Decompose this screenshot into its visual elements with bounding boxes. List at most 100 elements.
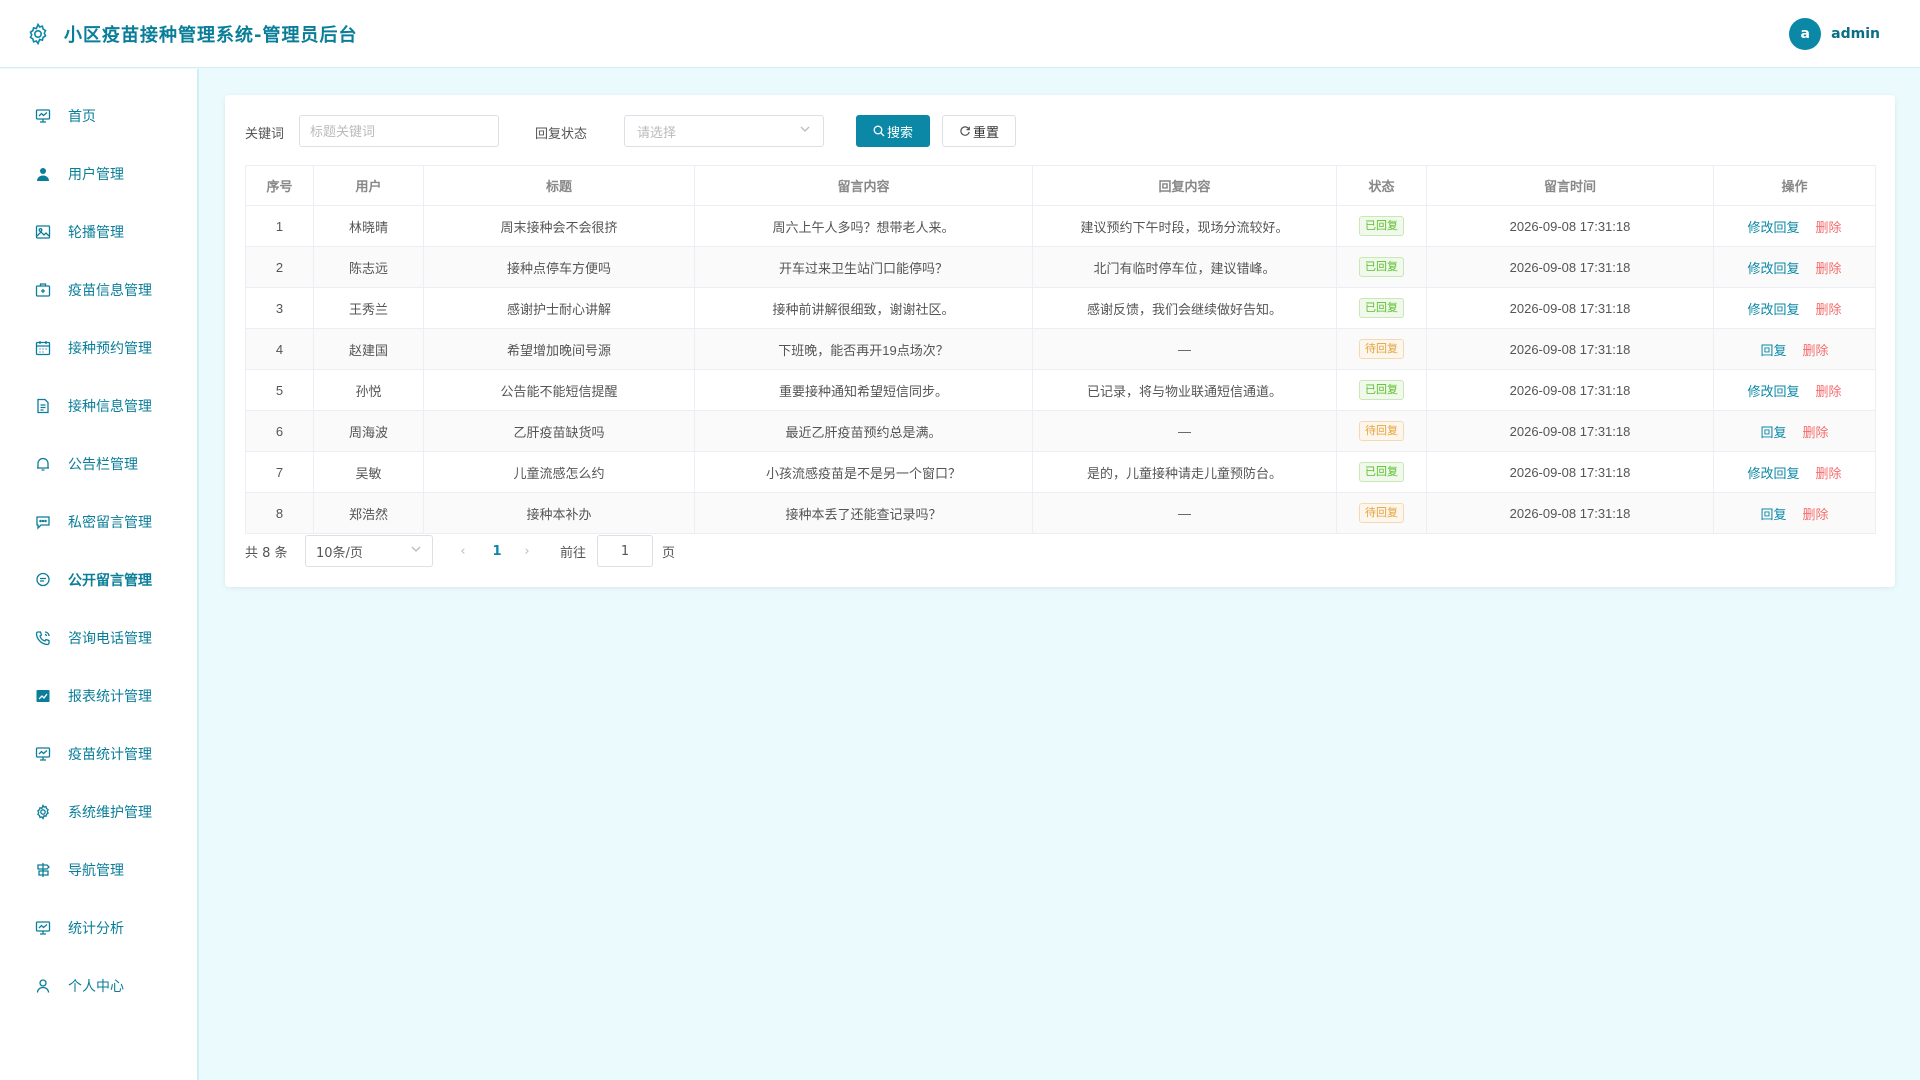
cell-content: 小孩流感疫苗是不是另一个窗口？ — [694, 451, 1033, 493]
chat-dots-icon — [34, 513, 52, 531]
reply-link[interactable]: 修改回复 — [1747, 466, 1799, 481]
cell-reply: 建议预约下午时段，现场分流较好。 — [1032, 205, 1337, 247]
sidebar-item[interactable]: 用户管理 — [0, 154, 197, 194]
table-header-row: 序号 用户 标题 留言内容 回复内容 状态 留言时间 操作 — [245, 165, 1876, 206]
cell-content: 周六上午人多吗？想带老人来。 — [694, 205, 1033, 247]
page-number-current[interactable]: 1 — [485, 535, 509, 567]
sidebar-item[interactable]: 首页 — [0, 96, 197, 136]
guide-icon — [34, 861, 52, 879]
cell-time: 2026-09-08 17:31:18 — [1426, 492, 1714, 534]
chat-line-icon — [34, 571, 52, 589]
cell-title: 儿童流感怎么约 — [423, 451, 695, 493]
cell-actions: 回复 删除 — [1713, 328, 1876, 370]
user-menu[interactable]: a admin — [1789, 18, 1880, 50]
cell-actions: 修改回复 删除 — [1713, 205, 1876, 247]
reply-link[interactable]: 修改回复 — [1747, 220, 1799, 235]
phone-icon — [34, 629, 52, 647]
keyword-input[interactable] — [299, 115, 499, 147]
table-row: 7 吴敏 儿童流感怎么约 小孩流感疫苗是不是另一个窗口？ 是的，儿童接种请走儿童预防台。… — [245, 451, 1876, 493]
monitor-icon — [34, 919, 52, 937]
filter-bar: 关键词 回复状态 请选择 搜索 重置 — [245, 115, 1865, 147]
cell-time: 2026-09-08 17:31:18 — [1426, 369, 1714, 411]
cell-status: 已回复 — [1336, 287, 1427, 329]
sidebar-item[interactable]: 个人中心 — [0, 966, 197, 1006]
data-line-icon — [34, 687, 52, 705]
cell-content: 下班晚，能否再开19点场次？ — [694, 328, 1033, 370]
delete-link[interactable]: 删除 — [1816, 302, 1842, 317]
sidebar-item[interactable]: 报表统计管理 — [0, 676, 197, 716]
sidebar-item-label: 导航管理 — [68, 863, 124, 879]
col-header-title: 标题 — [423, 165, 695, 206]
user-outline-icon — [34, 977, 52, 995]
reply-link[interactable]: 修改回复 — [1747, 261, 1799, 276]
status-badge: 待回复 — [1359, 421, 1404, 441]
status-badge: 已回复 — [1359, 257, 1404, 277]
sidebar-item[interactable]: 公告栏管理 — [0, 444, 197, 484]
cell-reply: — — [1032, 492, 1337, 534]
cell-title: 公告能不能短信提醒 — [423, 369, 695, 411]
reset-button-label: 重置 — [972, 125, 999, 141]
cell-status: 已回复 — [1336, 205, 1427, 247]
document-icon — [34, 397, 52, 415]
delete-link[interactable]: 删除 — [1816, 220, 1842, 235]
search-icon — [873, 125, 885, 137]
bell-icon — [34, 455, 52, 473]
cell-status: 待回复 — [1336, 492, 1427, 534]
avatar[interactable]: a — [1789, 18, 1822, 50]
sidebar-item[interactable]: 接种预约管理 — [0, 328, 197, 368]
delete-link[interactable]: 删除 — [1803, 425, 1829, 440]
refresh-icon — [959, 125, 971, 137]
cell-content: 接种前讲解很细致，谢谢社区。 — [694, 287, 1033, 329]
sidebar-item[interactable]: 轮播管理 — [0, 212, 197, 252]
sidebar-item[interactable]: 私密留言管理 — [0, 502, 197, 542]
status-select[interactable]: 请选择 — [624, 115, 824, 147]
sidebar-item[interactable]: 统计分析 — [0, 908, 197, 948]
cell-reply: 北门有临时停车位，建议错峰。 — [1032, 246, 1337, 288]
cell-content: 接种本丢了还能查记录吗？ — [694, 492, 1033, 534]
table-row: 6 周海波 乙肝疫苗缺货吗 最近乙肝疫苗预约总是满。 — 待回复 2026-09-08 17… — [245, 410, 1876, 452]
sidebar-item-label: 公告栏管理 — [68, 457, 138, 473]
search-button[interactable]: 搜索 — [856, 115, 930, 147]
cell-user: 周海波 — [313, 410, 424, 452]
sidebar-item-label: 私密留言管理 — [68, 515, 152, 531]
reply-link[interactable]: 回复 — [1760, 425, 1786, 440]
delete-link[interactable]: 删除 — [1816, 384, 1842, 399]
cell-reply: 已记录，将与物业联通短信通道。 — [1032, 369, 1337, 411]
delete-link[interactable]: 删除 — [1816, 261, 1842, 276]
sidebar-item-label: 个人中心 — [68, 979, 124, 995]
cell-title: 乙肝疫苗缺货吗 — [423, 410, 695, 452]
reply-link[interactable]: 回复 — [1760, 343, 1786, 358]
cell-reply: — — [1032, 410, 1337, 452]
sidebar-item[interactable]: 疫苗统计管理 — [0, 734, 197, 774]
cell-time: 2026-09-08 17:31:18 — [1426, 246, 1714, 288]
reset-button[interactable]: 重置 — [942, 115, 1016, 147]
pagination: 共 8 条 10条/页 ‹ 1 › 前往 1 页 — [245, 535, 845, 567]
delete-link[interactable]: 删除 — [1816, 466, 1842, 481]
chevron-down-icon — [410, 543, 422, 559]
reply-link[interactable]: 修改回复 — [1747, 302, 1799, 317]
cell-time: 2026-09-08 17:31:18 — [1426, 328, 1714, 370]
next-page-icon[interactable]: › — [517, 535, 537, 567]
sidebar-item[interactable]: 系统维护管理 — [0, 792, 197, 832]
calendar-icon — [34, 339, 52, 357]
reply-link[interactable]: 回复 — [1760, 507, 1786, 522]
reply-link[interactable]: 修改回复 — [1747, 384, 1799, 399]
cell-time: 2026-09-08 17:31:18 — [1426, 451, 1714, 493]
sidebar-item[interactable]: 导航管理 — [0, 850, 197, 890]
monitor-icon — [34, 107, 52, 125]
prev-page-icon[interactable]: ‹ — [453, 535, 473, 567]
delete-link[interactable]: 删除 — [1803, 507, 1829, 522]
sidebar-item[interactable]: 疫苗信息管理 — [0, 270, 197, 310]
goto-page-input[interactable]: 1 — [597, 535, 653, 567]
page-size-select[interactable]: 10条/页 — [305, 535, 433, 567]
sidebar-item[interactable]: 公开留言管理 — [0, 560, 197, 600]
username[interactable]: admin — [1831, 26, 1880, 42]
cell-actions: 修改回复 删除 — [1713, 246, 1876, 288]
cell-user: 吴敏 — [313, 451, 424, 493]
sidebar-item-label: 接种信息管理 — [68, 399, 152, 415]
setting-icon — [34, 803, 52, 821]
table-row: 8 郑浩然 接种本补办 接种本丢了还能查记录吗？ — 待回复 2026-09-08 17:3… — [245, 492, 1876, 534]
sidebar-item[interactable]: 接种信息管理 — [0, 386, 197, 426]
sidebar-item[interactable]: 咨询电话管理 — [0, 618, 197, 658]
delete-link[interactable]: 删除 — [1803, 343, 1829, 358]
